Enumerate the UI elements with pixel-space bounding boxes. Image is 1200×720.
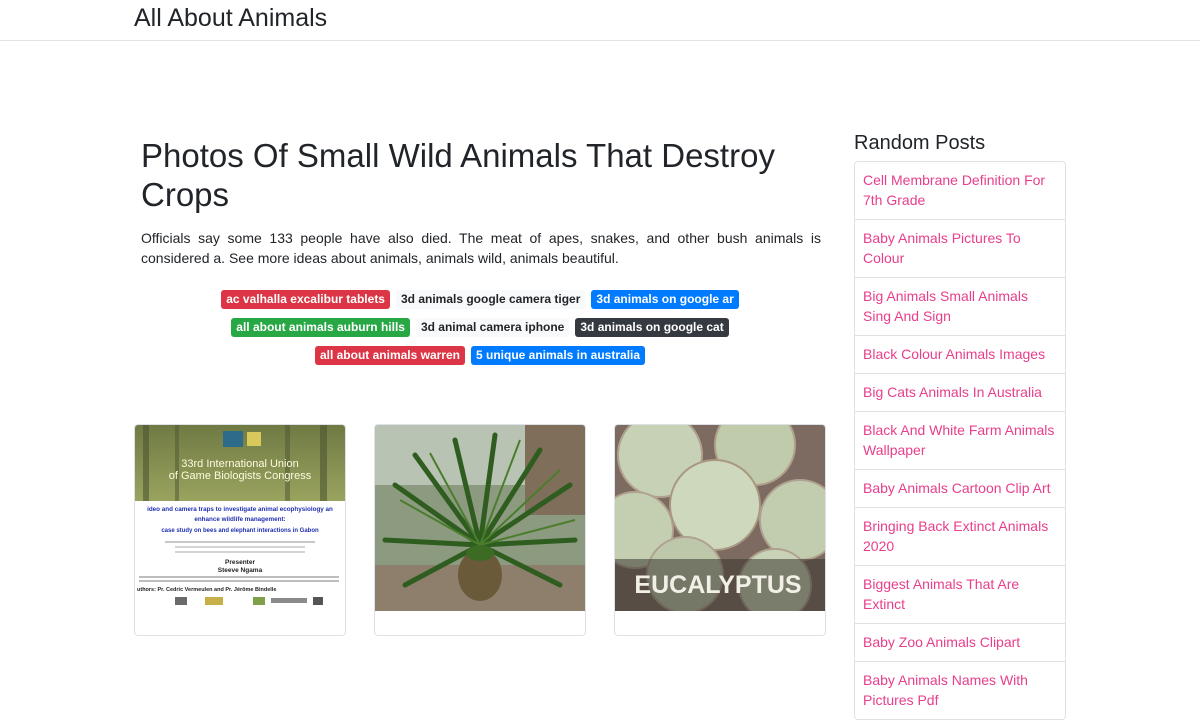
site-brand-link[interactable]: All About Animals: [134, 3, 327, 33]
random-post-link[interactable]: Baby Animals Pictures To Colour: [855, 220, 1065, 278]
svg-text:EUCALYPTUS: EUCALYPTUS: [634, 571, 801, 599]
tag-badge[interactable]: ac valhalla excalibur tablets: [221, 290, 390, 309]
tag-list: ac valhalla excalibur tablets 3d animals …: [134, 285, 826, 369]
svg-text:ideo and camera traps to inves: ideo and camera traps to investigate ani…: [147, 506, 333, 513]
random-post-link[interactable]: Black And White Farm Animals Wallpaper: [855, 412, 1065, 470]
svg-text:of Game Biologists Congress: of Game Biologists Congress: [169, 470, 312, 482]
random-post-link[interactable]: Black Colour Animals Images: [855, 336, 1065, 374]
random-posts-list: Cell Membrane Definition For 7th Grade B…: [854, 161, 1066, 720]
svg-text:Presenter: Presenter: [225, 559, 255, 566]
tag-badge[interactable]: 3d animal camera iphone: [415, 318, 570, 337]
article-title: Photos Of Small Wild Animals That Destro…: [141, 137, 775, 213]
sidebar-title: Random Posts: [854, 132, 986, 154]
random-post-link[interactable]: Baby Animals Cartoon Clip Art: [855, 470, 1065, 508]
random-posts-sidebar: Random Posts Cell Membrane Definition Fo…: [854, 132, 1066, 720]
eucalyptus-image: EUCALYPTUS: [615, 425, 825, 611]
random-post-link[interactable]: Biggest Animals That Are Extinct: [855, 566, 1065, 624]
random-post-link[interactable]: Big Animals Small Animals Sing And Sign: [855, 278, 1065, 336]
cycad-plant-image: [375, 425, 585, 611]
tag-badge[interactable]: all about animals warren: [314, 346, 465, 365]
tag-badge[interactable]: 3d animals on google ar: [591, 290, 739, 309]
svg-text:Steeve Ngama: Steeve Ngama: [218, 567, 263, 574]
svg-text:33rd International Union: 33rd International Union: [181, 458, 298, 470]
tag-badge[interactable]: 3d animals on google cat: [575, 318, 729, 337]
random-post-link[interactable]: Big Cats Animals In Australia: [855, 374, 1065, 412]
random-post-link[interactable]: Cell Membrane Definition For 7th Grade: [855, 162, 1065, 220]
tag-badge[interactable]: all about animals auburn hills: [231, 318, 410, 337]
svg-text:enhance wildlife management:: enhance wildlife management:: [194, 516, 285, 523]
image-card-cycad-plant[interactable]: [374, 424, 586, 636]
random-post-link[interactable]: Baby Animals Names With Pictures Pdf: [855, 662, 1065, 719]
congress-poster-image: 33rd International Union of Game Biologi…: [135, 425, 345, 611]
svg-text:uthors: Pr. Cedric Vermeulen a: uthors: Pr. Cedric Vermeulen and Pr. Jér…: [137, 587, 276, 593]
article-description: Officials say some 133 people have also …: [141, 230, 821, 266]
top-navbar: All About Animals: [0, 0, 1200, 41]
tag-badge[interactable]: 3d animals google camera tiger: [395, 290, 586, 309]
tag-badge[interactable]: 5 unique animals in australia: [470, 346, 646, 365]
article-main: Photos Of Small Wild Animals That Destro…: [134, 132, 826, 369]
svg-text:case study on bees and elephan: case study on bees and elephant interact…: [161, 528, 319, 534]
image-card-eucalyptus[interactable]: EUCALYPTUS: [614, 424, 826, 636]
random-post-link[interactable]: Bringing Back Extinct Animals 2020: [855, 508, 1065, 566]
image-card-congress-poster[interactable]: 33rd International Union of Game Biologi…: [134, 424, 346, 636]
